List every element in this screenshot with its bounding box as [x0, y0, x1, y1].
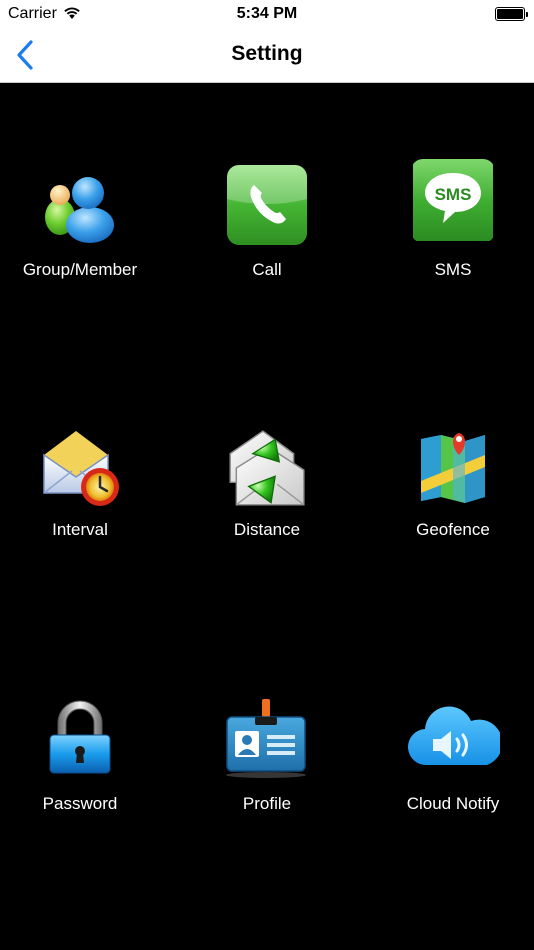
menu-item-label: SMS — [434, 260, 472, 279]
envelope-clock-icon — [43, 431, 119, 506]
battery-icon — [495, 7, 528, 21]
menu-item-label: Password — [42, 794, 118, 813]
id-badge-icon — [226, 699, 306, 778]
menu-item-geofence[interactable]: Geofence — [364, 425, 534, 575]
page-title: Setting — [231, 42, 303, 65]
phone-icon — [227, 165, 307, 245]
menu-item-group-member[interactable]: Group/Member — [0, 165, 169, 315]
envelopes-arrows-icon — [229, 430, 305, 506]
svg-text:SMS: SMS — [435, 185, 472, 204]
group-members-icon — [45, 177, 114, 243]
menu-item-cloud-notify[interactable]: Cloud Notify — [364, 699, 534, 849]
menu-item-profile[interactable]: Profile — [178, 699, 356, 849]
menu-item-distance[interactable]: Distance — [178, 425, 356, 575]
map-pin-icon — [421, 433, 485, 503]
menu-item-label: Profile — [242, 794, 292, 813]
menu-item-label: Distance — [233, 520, 301, 539]
menu-item-label: Cloud Notify — [406, 794, 500, 813]
menu-item-interval[interactable]: Interval — [0, 425, 169, 575]
menu-item-label: Call — [252, 260, 282, 279]
menu-item-label: Group/Member — [22, 260, 138, 279]
menu-item-label: Interval — [52, 520, 108, 539]
menu-item-sms[interactable]: SMS SMS — [364, 159, 534, 309]
status-bar: Carrier 5:34 PM — [0, 0, 534, 28]
navigation-bar: Setting — [0, 28, 534, 83]
menu-item-call[interactable]: Call — [178, 165, 356, 315]
menu-item-label: Geofence — [416, 520, 490, 539]
padlock-icon — [49, 700, 111, 774]
clock: 5:34 PM — [236, 5, 298, 22]
sms-icon: SMS — [413, 159, 493, 241]
cloud-speaker-icon — [407, 706, 500, 766]
menu-item-password[interactable]: Password — [0, 699, 169, 849]
settings-grid: Group/Member Call SMS SMS Interval Dista… — [0, 83, 534, 950]
